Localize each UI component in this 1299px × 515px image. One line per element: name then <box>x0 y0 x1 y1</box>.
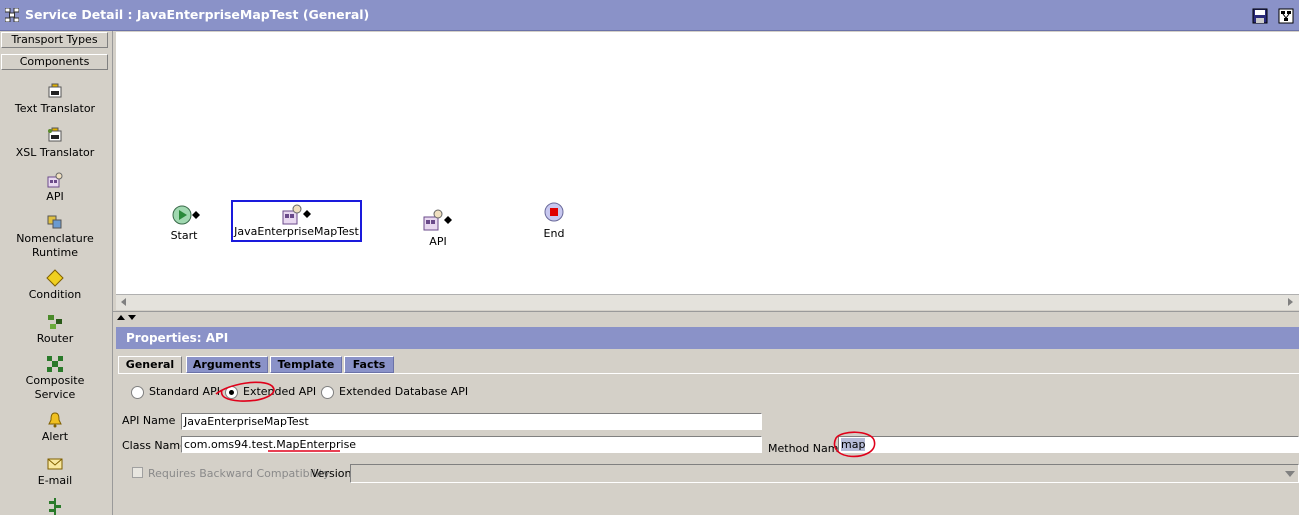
api-name-field[interactable]: JavaEnterpriseMapTest <box>181 413 762 430</box>
api-icon <box>282 204 311 225</box>
palette-item-nomenclature-runtime[interactable]: Nomenclature Runtime <box>0 213 110 260</box>
window-title-bar: Service Detail : JavaEnterpriseMapTest (… <box>0 0 1299 31</box>
selected-api-node[interactable]: JavaEnterpriseMapTest <box>231 200 362 242</box>
version-dropdown[interactable] <box>350 464 1299 483</box>
scroll-right-icon[interactable] <box>1285 297 1295 307</box>
workflow-icon <box>5 8 19 22</box>
start-node[interactable]: Start <box>164 204 204 242</box>
transport-types-section[interactable]: Transport Types <box>1 32 108 48</box>
api-name-label: API Name <box>122 414 176 427</box>
panel-splitter[interactable] <box>113 311 1299 324</box>
end-icon <box>544 202 564 222</box>
palette-item-api[interactable]: API <box>0 171 110 204</box>
layout-icon[interactable] <box>1278 8 1294 24</box>
palette-item-label: API <box>46 190 64 203</box>
palette-item-condition[interactable]: Condition <box>0 269 110 302</box>
canvas-horizontal-scrollbar[interactable] <box>116 294 1299 310</box>
service-canvas[interactable]: Start JavaEnterpriseMapTest API End <box>116 32 1299 294</box>
palette-item-label: Condition <box>28 288 82 301</box>
radio-label: Extended Database API <box>339 385 469 398</box>
alert-icon <box>48 412 62 428</box>
collapse-arrows-icon[interactable] <box>116 313 138 322</box>
tab-divider <box>118 373 1299 374</box>
branch-icon <box>49 498 61 515</box>
node-label: Start <box>170 229 198 242</box>
nomenclature-icon <box>47 215 62 229</box>
radio-label: Extended API <box>243 385 317 398</box>
palette-item-label: E-mail <box>37 474 73 487</box>
palette-item-text-translator[interactable]: Text Translator <box>0 83 110 116</box>
palette-item-alert[interactable]: Alert <box>0 411 110 444</box>
palette-item-label: Text Translator <box>14 102 96 115</box>
router-icon <box>48 315 62 329</box>
backward-compat-label: Requires Backward Compatibility <box>148 467 330 480</box>
radio-circle[interactable] <box>321 385 334 399</box>
node-label: End <box>543 227 565 240</box>
palette-item-label: Service <box>34 388 76 401</box>
email-icon <box>47 458 63 470</box>
palette-item-composite-service[interactable]: Composite Service <box>0 355 110 402</box>
palette-item-router[interactable]: Router <box>0 313 110 346</box>
palette-item-label: Runtime <box>32 246 78 259</box>
tab-arguments[interactable]: Arguments <box>186 356 268 373</box>
node-label: JavaEnterpriseMapTest <box>234 225 359 238</box>
window-title: Service Detail : JavaEnterpriseMapTest (… <box>25 7 370 22</box>
api-icon <box>423 209 452 231</box>
xsl-translator-icon <box>48 127 62 142</box>
palette-item-label: Router <box>36 332 74 345</box>
class-name-field[interactable]: com.oms94.test.MapEnterprise <box>181 436 762 453</box>
palette-item-label: Nomenclature <box>16 232 94 245</box>
palette-item-partial[interactable] <box>0 497 110 515</box>
api-icon <box>47 172 63 188</box>
extended-database-api-radio[interactable]: Extended Database API <box>321 385 468 399</box>
palette-item-email[interactable]: E-mail <box>0 455 110 488</box>
standard-api-radio[interactable]: Standard API <box>131 385 220 399</box>
condition-icon <box>46 269 64 287</box>
palette-item-label: XSL Translator <box>15 146 95 159</box>
component-palette: Transport Types Components Text Translat… <box>0 31 113 515</box>
palette-item-label: Composite <box>25 374 85 387</box>
tab-template[interactable]: Template <box>270 356 342 373</box>
palette-item-xsl-translator[interactable]: XSL Translator <box>0 127 110 160</box>
composite-service-icon <box>47 356 63 372</box>
class-name-label: Class Name <box>122 439 187 452</box>
tab-general[interactable]: General <box>118 356 182 374</box>
method-name-field[interactable]: map <box>838 436 1299 453</box>
save-icon[interactable] <box>1252 8 1268 24</box>
version-label: Version <box>311 467 352 480</box>
palette-item-label: Alert <box>41 430 69 443</box>
extended-api-radio[interactable]: Extended API <box>225 385 316 399</box>
start-icon <box>172 205 200 225</box>
properties-header: Properties: API <box>116 327 1299 349</box>
text-translator-icon <box>48 83 62 98</box>
radio-label: Standard API <box>149 385 220 398</box>
api-node[interactable]: API <box>418 208 458 248</box>
tab-facts[interactable]: Facts <box>344 356 394 373</box>
radio-circle[interactable] <box>131 385 144 399</box>
chevron-down-icon[interactable] <box>1284 470 1296 478</box>
components-section[interactable]: Components <box>1 54 108 70</box>
node-label: API <box>429 235 447 248</box>
backward-compat-checkbox[interactable] <box>132 467 143 478</box>
method-name-label: Method Name <box>768 442 846 455</box>
method-name-value: map <box>841 438 866 451</box>
scroll-left-icon[interactable] <box>119 297 129 307</box>
radio-circle[interactable] <box>225 385 238 399</box>
end-node[interactable]: End <box>536 202 572 240</box>
